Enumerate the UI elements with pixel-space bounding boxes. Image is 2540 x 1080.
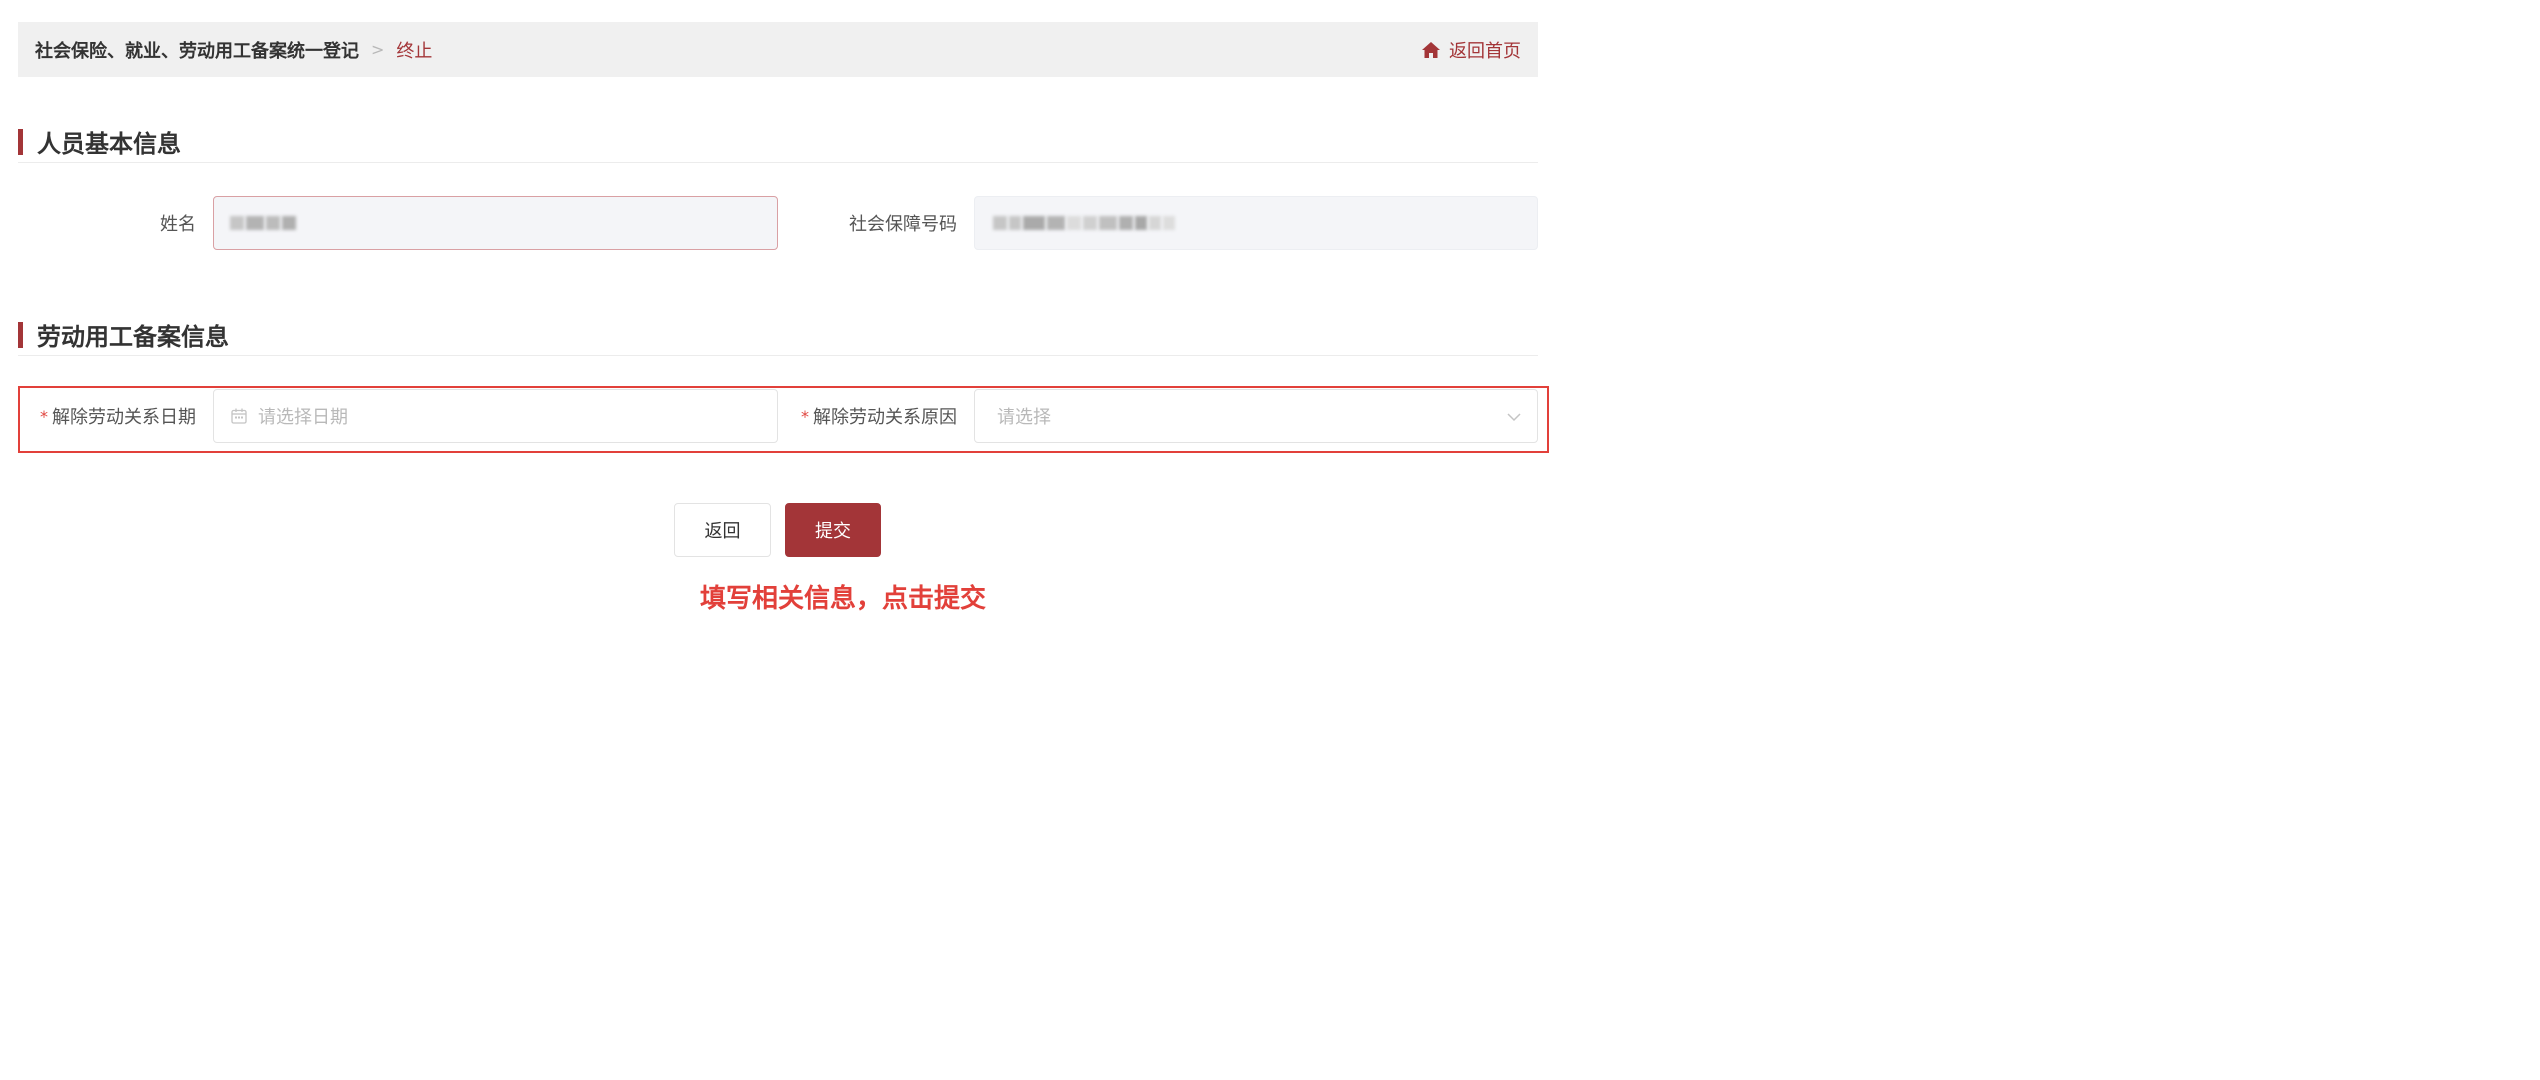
submit-button[interactable]: 提交: [785, 503, 881, 557]
name-field[interactable]: [213, 196, 778, 250]
section-title: 劳动用工备案信息: [37, 323, 229, 351]
section-accent-bar: [18, 321, 23, 348]
section-employment-info: 劳动用工备案信息: [18, 314, 1538, 356]
ssn-field[interactable]: [974, 196, 1538, 250]
back-button[interactable]: 返回: [674, 503, 771, 557]
breadcrumb-current: 终止: [396, 40, 433, 62]
home-icon: [1422, 41, 1440, 58]
page: 社会保险、就业、劳动用工备案统一登记 > 终止 返回首页 人员基本信息 姓名 社…: [0, 0, 1568, 652]
redacted-value: [230, 216, 298, 230]
section-personal-info: 人员基本信息: [18, 121, 1538, 163]
top-bar: 社会保险、就业、劳动用工备案统一登记 > 终止 返回首页: [18, 22, 1538, 77]
breadcrumb-root[interactable]: 社会保险、就业、劳动用工备案统一登记: [35, 37, 359, 63]
breadcrumb-separator: >: [371, 40, 385, 59]
home-link-label: 返回首页: [1449, 40, 1521, 62]
redacted-value: [993, 216, 1177, 230]
section-accent-bar: [18, 128, 23, 155]
ssn-label: 社会保障号码: [849, 214, 957, 235]
section-title: 人员基本信息: [37, 130, 181, 158]
name-label: 姓名: [160, 214, 196, 235]
home-link[interactable]: 返回首页: [1421, 37, 1521, 63]
instruction-hint: 填写相关信息，点击提交: [699, 584, 986, 614]
breadcrumb: 社会保险、就业、劳动用工备案统一登记 > 终止: [35, 37, 432, 63]
highlight-box: [18, 386, 1549, 453]
